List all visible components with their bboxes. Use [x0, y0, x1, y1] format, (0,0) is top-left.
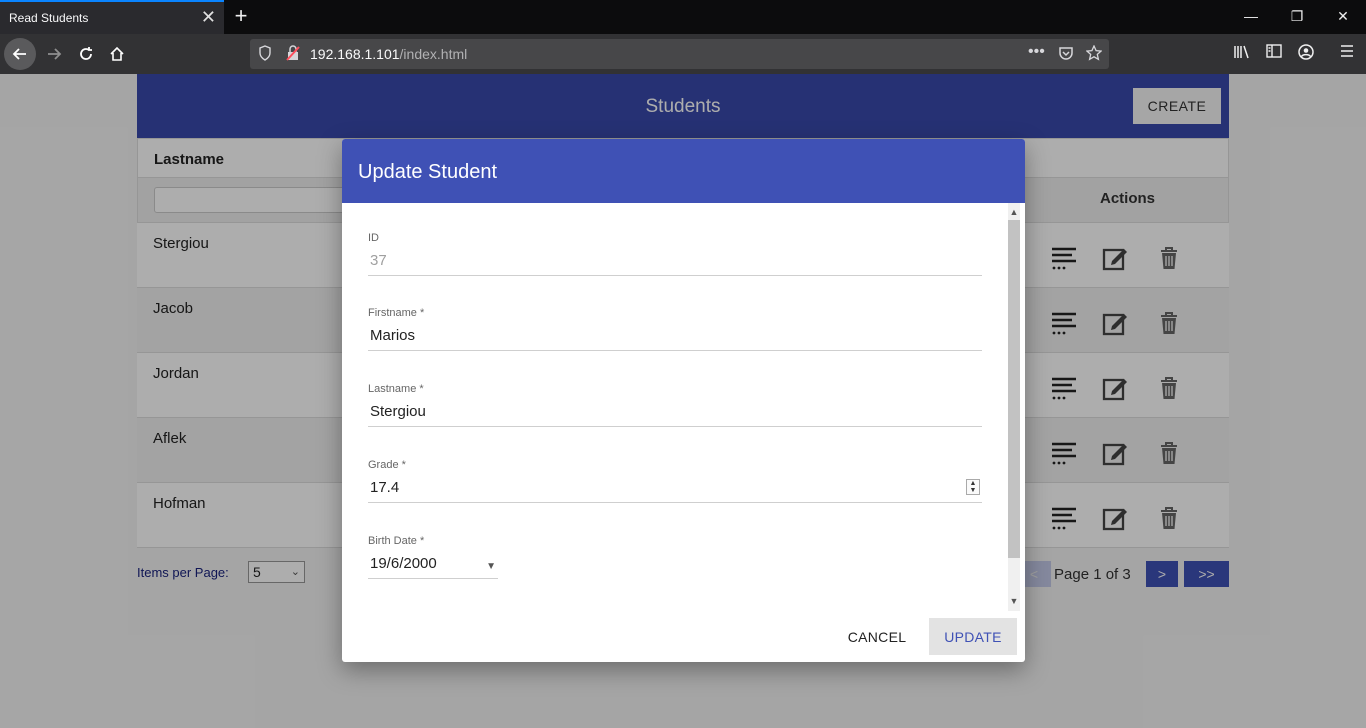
update-button[interactable]: UPDATE [929, 618, 1017, 655]
cancel-button[interactable]: CANCEL [836, 619, 918, 655]
url-host: 192.168.1.101 [310, 46, 400, 62]
id-label: ID [368, 232, 379, 244]
insecure-lock-icon[interactable] [286, 45, 300, 64]
tab-title: Read Students [9, 11, 89, 25]
new-tab-button[interactable]: + [230, 3, 252, 29]
more-actions-icon[interactable]: ••• [1028, 43, 1045, 61]
sidebar-icon[interactable] [1263, 44, 1285, 64]
back-button[interactable] [4, 38, 36, 70]
account-icon[interactable] [1295, 44, 1317, 64]
id-field: ID 37 [368, 232, 982, 276]
lastname-label: Lastname * [368, 383, 424, 395]
library-icon[interactable] [1231, 44, 1253, 64]
birthdate-field: Birth Date * 19/6/2000 ▼ [368, 535, 982, 579]
minimize-button[interactable]: — [1228, 0, 1274, 34]
browser-tab[interactable]: Read Students ✕ [0, 0, 224, 34]
reload-icon [80, 47, 92, 60]
scroll-up-icon[interactable]: ▲ [1008, 205, 1020, 219]
birthdate-value: 19/6/2000 [370, 555, 437, 572]
update-student-dialog: Update Student ▲ ▼ ID 37 Firstname * Mar… [342, 139, 1025, 662]
bookmark-star-icon[interactable] [1085, 44, 1103, 64]
arrow-left-icon [12, 48, 26, 60]
grade-field: Grade * 17.4 ▲ ▼ [368, 459, 982, 503]
pocket-icon[interactable] [1058, 45, 1074, 64]
browser-navbar: 192.168.1.101/index.html ••• [0, 34, 1366, 74]
shield-icon[interactable] [258, 45, 272, 64]
grade-value: 17.4 [370, 479, 400, 496]
grade-label: Grade * [368, 459, 406, 471]
id-input: 37 [368, 250, 982, 276]
dialog-title: Update Student [358, 161, 497, 183]
grade-input[interactable]: 17.4 ▲ ▼ [368, 477, 982, 503]
reload-button[interactable] [70, 38, 102, 70]
url-path: /index.html [399, 46, 468, 62]
home-icon [110, 46, 124, 61]
scroll-down-icon[interactable]: ▼ [1008, 594, 1020, 608]
hamburger-menu-icon[interactable] [1336, 44, 1358, 64]
browser-tabbar: Read Students ✕ + — ❐ ✕ [0, 0, 1366, 34]
tab-close-icon[interactable]: ✕ [201, 7, 216, 27]
firstname-label: Firstname * [368, 307, 425, 319]
scrollbar-thumb[interactable] [1008, 220, 1020, 558]
url-text[interactable]: 192.168.1.101/index.html [310, 46, 467, 62]
dialog-actions: CANCEL UPDATE [342, 611, 1025, 662]
arrow-right-icon [48, 48, 62, 60]
birthdate-input[interactable]: 19/6/2000 ▼ [368, 553, 498, 579]
firstname-field: Firstname * Marios [368, 307, 982, 351]
dropdown-caret-icon[interactable]: ▼ [486, 556, 496, 578]
number-spinner-icon[interactable]: ▲ ▼ [966, 479, 980, 495]
forward-button[interactable] [38, 38, 70, 70]
birthdate-label: Birth Date * [368, 535, 425, 547]
dialog-header: Update Student [342, 139, 1025, 203]
lastname-input[interactable]: Stergiou [368, 401, 982, 427]
close-window-button[interactable]: ✕ [1320, 0, 1366, 34]
home-button[interactable] [101, 38, 133, 70]
dialog-body: ▲ ▼ ID 37 Firstname * Marios Lastname * … [342, 203, 1025, 611]
lastname-field: Lastname * Stergiou [368, 383, 982, 427]
url-bar[interactable]: 192.168.1.101/index.html ••• [250, 39, 1109, 69]
firstname-input[interactable]: Marios [368, 325, 982, 351]
restore-button[interactable]: ❐ [1274, 0, 1320, 34]
